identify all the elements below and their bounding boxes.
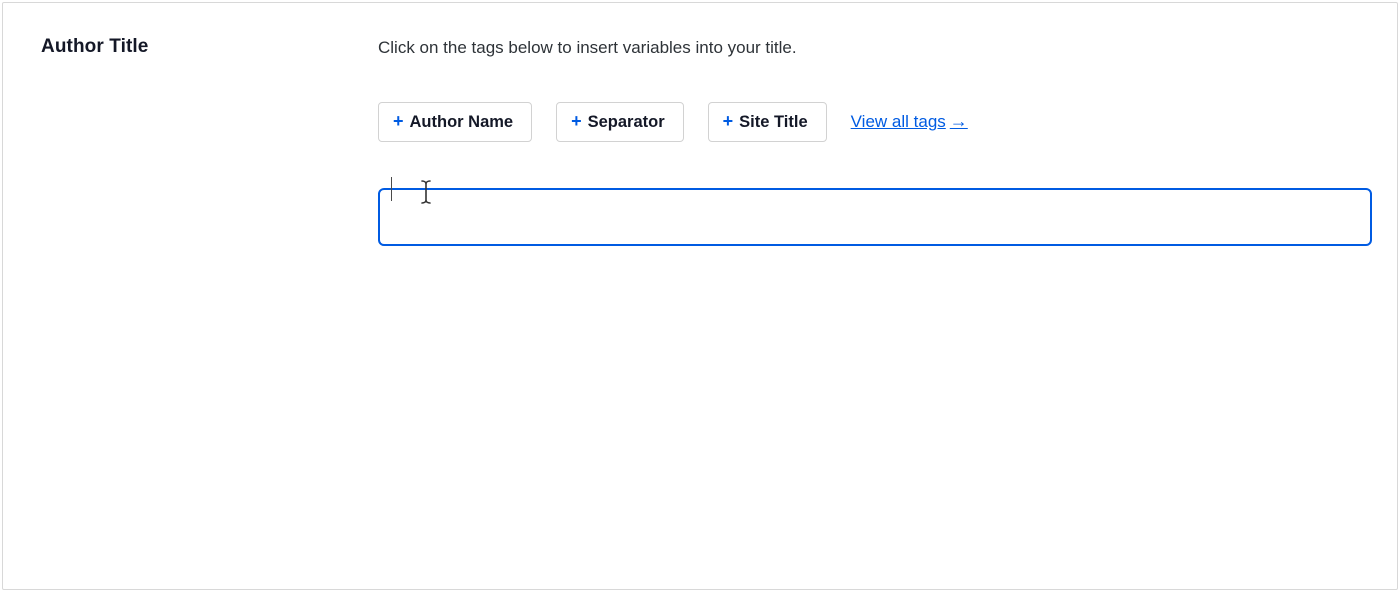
tag-button-label: Separator (588, 114, 665, 131)
tag-button-row: + Author Name + Separator + Site Title V… (378, 102, 1372, 142)
settings-panel: Author Title Click on the tags below to … (2, 2, 1398, 590)
author-title-input[interactable] (378, 188, 1372, 246)
hint-text: Click on the tags below to insert variab… (378, 36, 1372, 60)
view-all-tags-link[interactable]: View all tags → (851, 111, 968, 132)
section-label-col: Author Title (41, 36, 148, 58)
view-all-tags-label: View all tags (851, 112, 946, 132)
arrow-right-icon: → (950, 111, 968, 132)
section-label-author-title: Author Title (41, 36, 148, 58)
tag-button-separator[interactable]: + Separator (556, 102, 684, 142)
plus-icon: + (393, 112, 404, 130)
plus-icon: + (723, 112, 734, 130)
title-input-wrap (378, 188, 1372, 246)
tag-button-label: Site Title (739, 114, 807, 131)
section-content: Click on the tags below to insert variab… (378, 36, 1372, 246)
tag-button-site-title[interactable]: + Site Title (708, 102, 827, 142)
text-caret (391, 177, 392, 201)
tag-button-author-name[interactable]: + Author Name (378, 102, 532, 142)
tag-button-label: Author Name (410, 114, 514, 131)
plus-icon: + (571, 112, 582, 130)
